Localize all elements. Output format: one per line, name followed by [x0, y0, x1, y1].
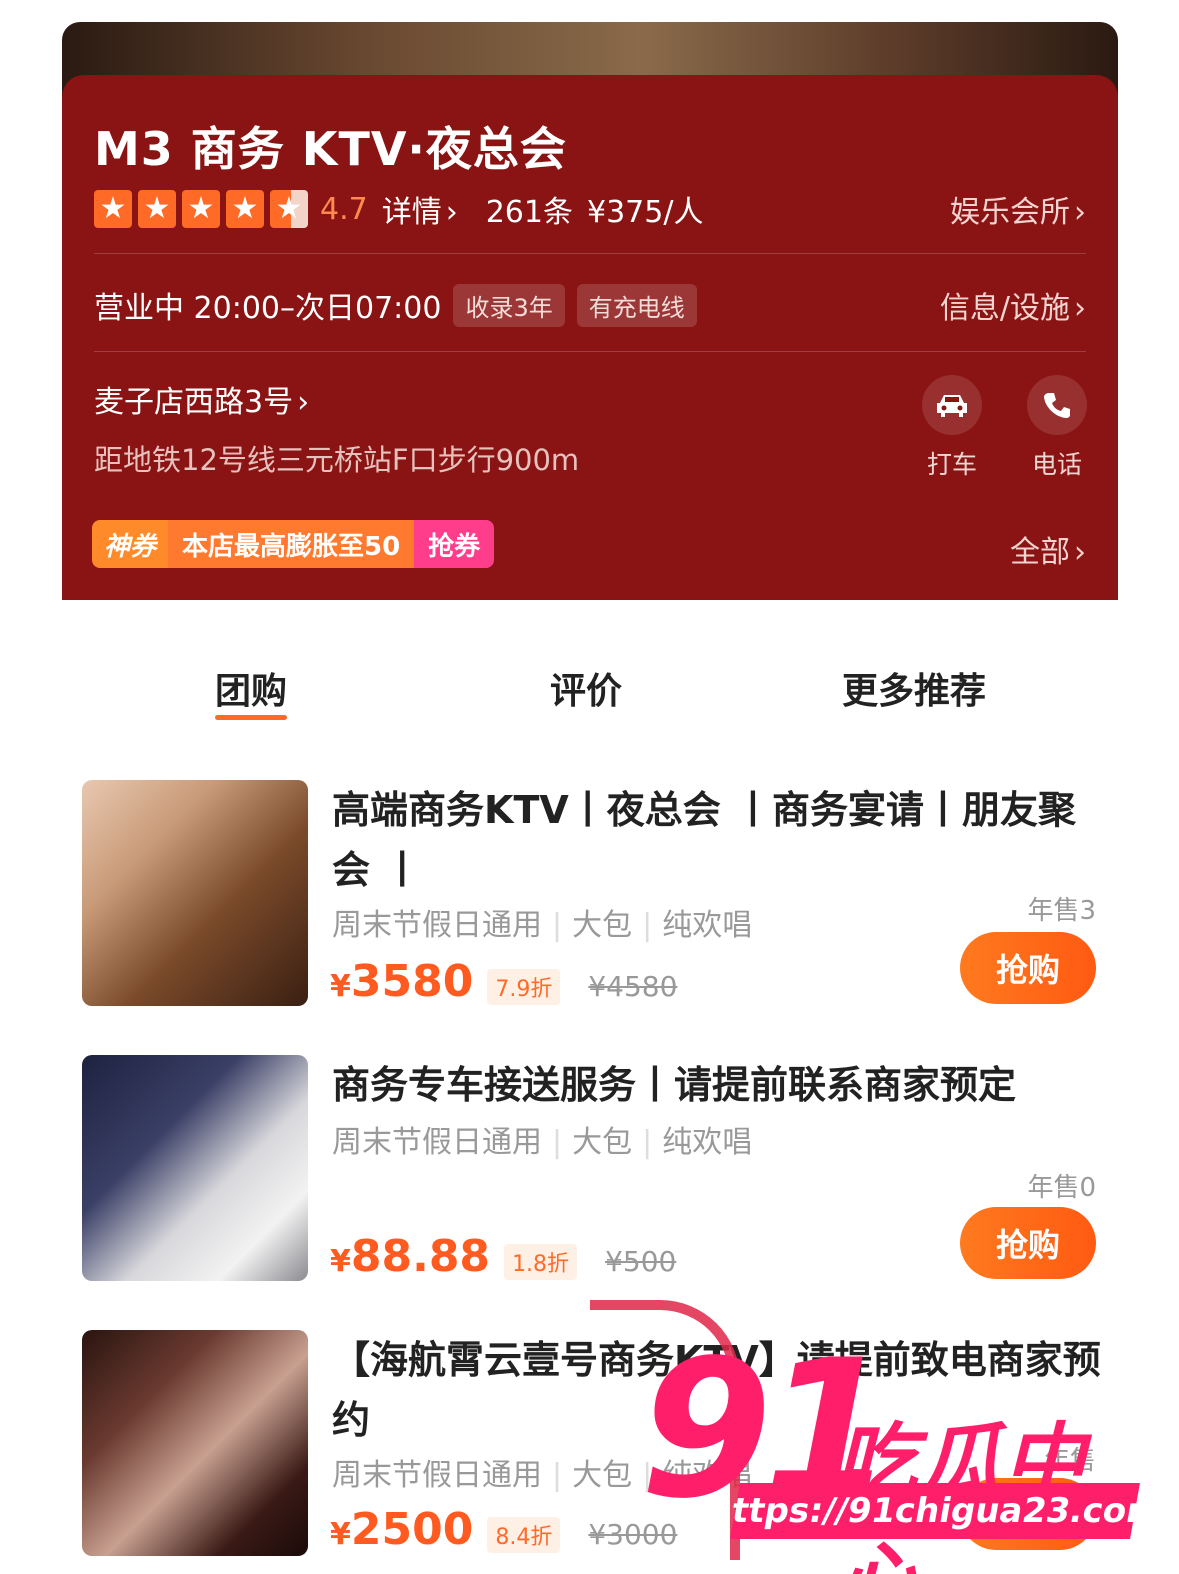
sale-price: 3580 [350, 956, 474, 1007]
taxi-label: 打车 [926, 450, 977, 479]
chevron-right-icon: › [445, 195, 458, 230]
buy-button[interactable]: 抢购 [960, 932, 1096, 1004]
shop-info-card: M3 商务 KTV·夜总会 ★ ★ ★ ★ ★ 4.7 详情 › 261条 ¥37… [62, 75, 1118, 600]
tab-group-buy[interactable]: 团购 [215, 662, 288, 720]
deal-item[interactable]: 高端商务KTV丨夜总会 丨商务宴请丨朋友聚会 丨 周末节假日通用 | 大包 | 纯欢唱 … [82, 780, 1102, 1010]
taxi-button[interactable]: 打车 [917, 375, 987, 481]
star-icon: ★ [138, 190, 176, 228]
half-star-icon: ★ [270, 190, 308, 228]
rating-row: ★ ★ ★ ★ ★ 4.7 详情 › 261条 ¥375/人 娱乐会所 › [94, 187, 1086, 231]
rating-stars: ★ ★ ★ ★ ★ [94, 190, 308, 228]
deal-tags: 周末节假日通用 | 大包 | 纯欢唱 [332, 908, 753, 943]
shop-title: M3 商务 KTV·夜总会 [94, 122, 567, 176]
deal-thumbnail [82, 1330, 308, 1556]
phone-label: 电话 [1031, 450, 1082, 479]
coupon-banner[interactable]: 神券 本店最高膨胀至50 抢券 [92, 520, 495, 568]
star-icon: ★ [226, 190, 264, 228]
chevron-right-icon: › [1074, 535, 1086, 570]
watermark-url: https://91chigua23.com [705, 1483, 1165, 1539]
currency-symbol: ¥ [330, 969, 351, 1004]
deal-thumbnail [82, 1055, 308, 1281]
category-link[interactable]: 娱乐会所 › [950, 187, 1086, 231]
category-label: 娱乐会所 [950, 195, 1070, 230]
sale-price: 2500 [350, 1504, 474, 1555]
discount-badge: 7.9折 [487, 969, 561, 1005]
chevron-right-icon: › [297, 385, 310, 420]
rating-score: 4.7 [320, 191, 368, 227]
deal-tag: 纯欢唱 [662, 908, 753, 943]
chevron-right-icon: › [1074, 195, 1086, 230]
price-per-person: ¥375/人 [586, 195, 704, 230]
deal-tag: 周末节假日通用 [332, 908, 542, 943]
deal-tags: 周末节假日通用 | 大包 | 纯欢唱 [332, 1125, 753, 1160]
all-link[interactable]: 全部 › [1010, 527, 1086, 571]
sale-price: 88.88 [350, 1231, 491, 1282]
discount-badge: 1.8折 [504, 1244, 578, 1280]
deal-title: 商务专车接送服务丨请提前联系商家预定 [332, 1063, 1017, 1107]
info-facilities-link[interactable]: 信息/设施 › [940, 283, 1086, 327]
all-label: 全部 [1010, 535, 1070, 570]
discount-badge: 8.4折 [487, 1517, 561, 1553]
coupon-tag: 神券 [92, 520, 169, 568]
phone-icon [1027, 375, 1087, 435]
address-text: 麦子店西路3号 [94, 385, 294, 420]
tab-reviews[interactable]: 评价 [550, 662, 622, 714]
tag-badge: 有充电线 [576, 283, 697, 327]
details-label: 详情 [381, 195, 442, 230]
deal-tag: 周末节假日通用 [332, 1458, 542, 1493]
distance-text: 距地铁12号线三元桥站F口步行900m [94, 443, 580, 477]
deal-tag: 大包 [572, 908, 633, 943]
star-icon: ★ [182, 190, 220, 228]
deal-item[interactable]: 商务专车接送服务丨请提前联系商家预定 周末节假日通用 | 大包 | 纯欢唱 ¥88.88… [82, 1055, 1102, 1285]
phone-button[interactable]: 电话 [1022, 375, 1092, 481]
address-link[interactable]: 麦子店西路3号 › [94, 377, 309, 421]
hours-row: 营业中 20:00–次日07:00 收录3年 有充电线 信息/设施 › [94, 283, 1086, 327]
app-screen: M3 商务 KTV·夜总会 ★ ★ ★ ★ ★ 4.7 详情 › 261条 ¥37… [0, 0, 1179, 1574]
divider [94, 351, 1086, 352]
deal-tag: 大包 [572, 1125, 633, 1160]
deal-price: ¥88.88 1.8折 ¥500 [330, 1231, 676, 1282]
yearly-sales: 年售3 [1027, 896, 1096, 926]
tag-badge: 收录3年 [453, 283, 565, 327]
divider [94, 253, 1086, 254]
info-facilities-label: 信息/设施 [939, 291, 1070, 326]
deal-thumbnail [82, 780, 308, 1006]
tab-bar: 团购 评价 更多推荐 [0, 662, 1179, 722]
tab-more-recommendations[interactable]: 更多推荐 [842, 662, 986, 714]
deal-price: ¥3580 7.9折 ¥4580 [330, 956, 677, 1007]
coupon-text: 本店最高膨胀至50 [168, 520, 415, 568]
buy-button[interactable]: 抢购 [960, 1207, 1096, 1279]
deal-tag: 周末节假日通用 [332, 1125, 542, 1160]
star-icon: ★ [94, 190, 132, 228]
car-icon [922, 375, 982, 435]
yearly-sales: 年售0 [1027, 1173, 1096, 1203]
chevron-right-icon: › [1074, 291, 1086, 326]
currency-symbol: ¥ [330, 1517, 351, 1552]
deal-title: 高端商务KTV丨夜总会 丨商务宴请丨朋友聚会 丨 [332, 788, 1077, 892]
original-price: ¥500 [605, 1245, 677, 1278]
business-hours: 营业中 20:00–次日07:00 [94, 291, 442, 326]
review-count[interactable]: 261条 [486, 187, 573, 231]
grab-coupon-button[interactable]: 抢券 [414, 520, 495, 568]
deal-tag: 纯欢唱 [662, 1125, 753, 1160]
details-link[interactable]: 详情 › [382, 187, 458, 231]
watermark-logo: 91 吃瓜中心 https://91chigua23.com [640, 1335, 1165, 1574]
original-price: ¥4580 [588, 970, 678, 1003]
currency-symbol: ¥ [330, 1244, 351, 1279]
